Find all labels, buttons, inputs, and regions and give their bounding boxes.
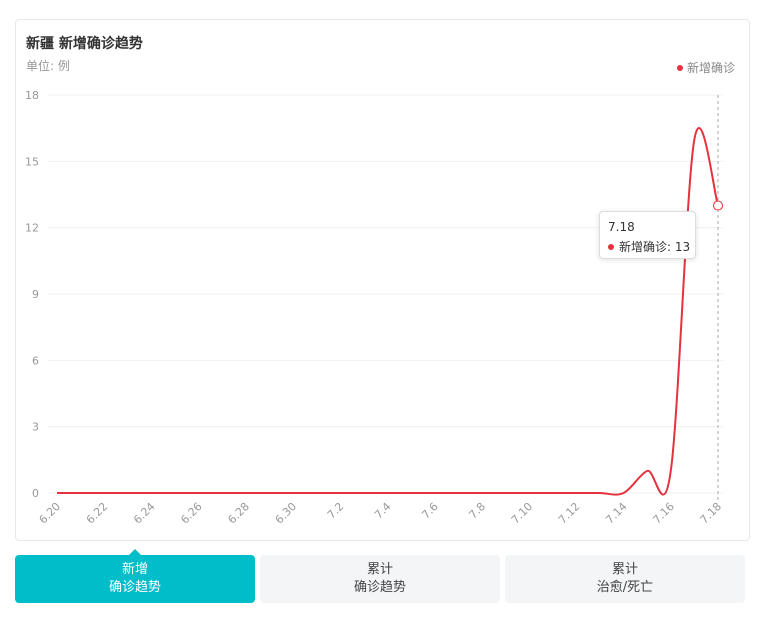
y-tick-label: 9 (32, 288, 39, 301)
y-tick-label: 0 (32, 487, 39, 500)
line-chart: 0 3 6 9 12 15 18 6.20 6.22 6.24 6.26 6.28 6.30 7.2 7.4… (25, 89, 725, 527)
x-tick-label: 7.16 (650, 500, 677, 527)
x-tick-label: 6.26 (178, 500, 205, 527)
x-tick-label: 6.24 (131, 500, 158, 527)
series-line (56, 127, 719, 496)
y-tick-label: 12 (25, 222, 39, 235)
tab-label: 治愈/死亡 (596, 580, 654, 595)
x-tick-label: 7.14 (603, 500, 630, 527)
x-tick-label: 7.10 (509, 500, 536, 527)
tab-new-confirmed[interactable]: 新增 确诊趋势 (15, 549, 255, 603)
x-tick-label: 7.2 (325, 500, 347, 522)
tooltip-value: 新增确诊: 13 (619, 240, 691, 254)
tab-cumulative-recovered-deaths[interactable]: 累计治愈/死亡 (505, 555, 745, 603)
tooltip: 7.18 新增确诊: 13 (599, 211, 696, 259)
tab-label: 确诊趋势 (353, 580, 406, 595)
tab-bar: 新增确诊趋势 累计确诊趋势 累计治愈/死亡 (15, 549, 745, 603)
tooltip-date: 7.18 (608, 220, 635, 234)
tab-label: 累计 (611, 562, 638, 577)
tab-label: 确诊趋势 (108, 580, 161, 595)
tab-label: 累计 (366, 562, 393, 577)
x-tick-label: 7.6 (419, 500, 441, 522)
x-tick-label: 6.20 (37, 500, 64, 527)
y-tick-label: 15 (25, 155, 39, 168)
x-tick-label: 6.30 (273, 500, 300, 527)
tooltip-dot-icon (608, 243, 614, 250)
x-tick-label: 6.22 (84, 500, 111, 527)
x-tick-label: 7.12 (556, 500, 583, 527)
x-tick-label: 6.28 (225, 500, 252, 527)
data-point (713, 200, 723, 211)
tab-label: 新增 (121, 562, 148, 577)
x-tick-label: 7.18 (698, 500, 725, 527)
x-tick-label: 7.8 (466, 500, 488, 522)
y-tick-label: 18 (25, 89, 39, 102)
tab-cumulative-confirmed[interactable]: 累计 确诊趋势 (260, 555, 500, 603)
y-tick-label: 3 (32, 421, 39, 434)
x-tick-label: 7.4 (372, 500, 394, 522)
y-tick-label: 6 (32, 354, 39, 367)
